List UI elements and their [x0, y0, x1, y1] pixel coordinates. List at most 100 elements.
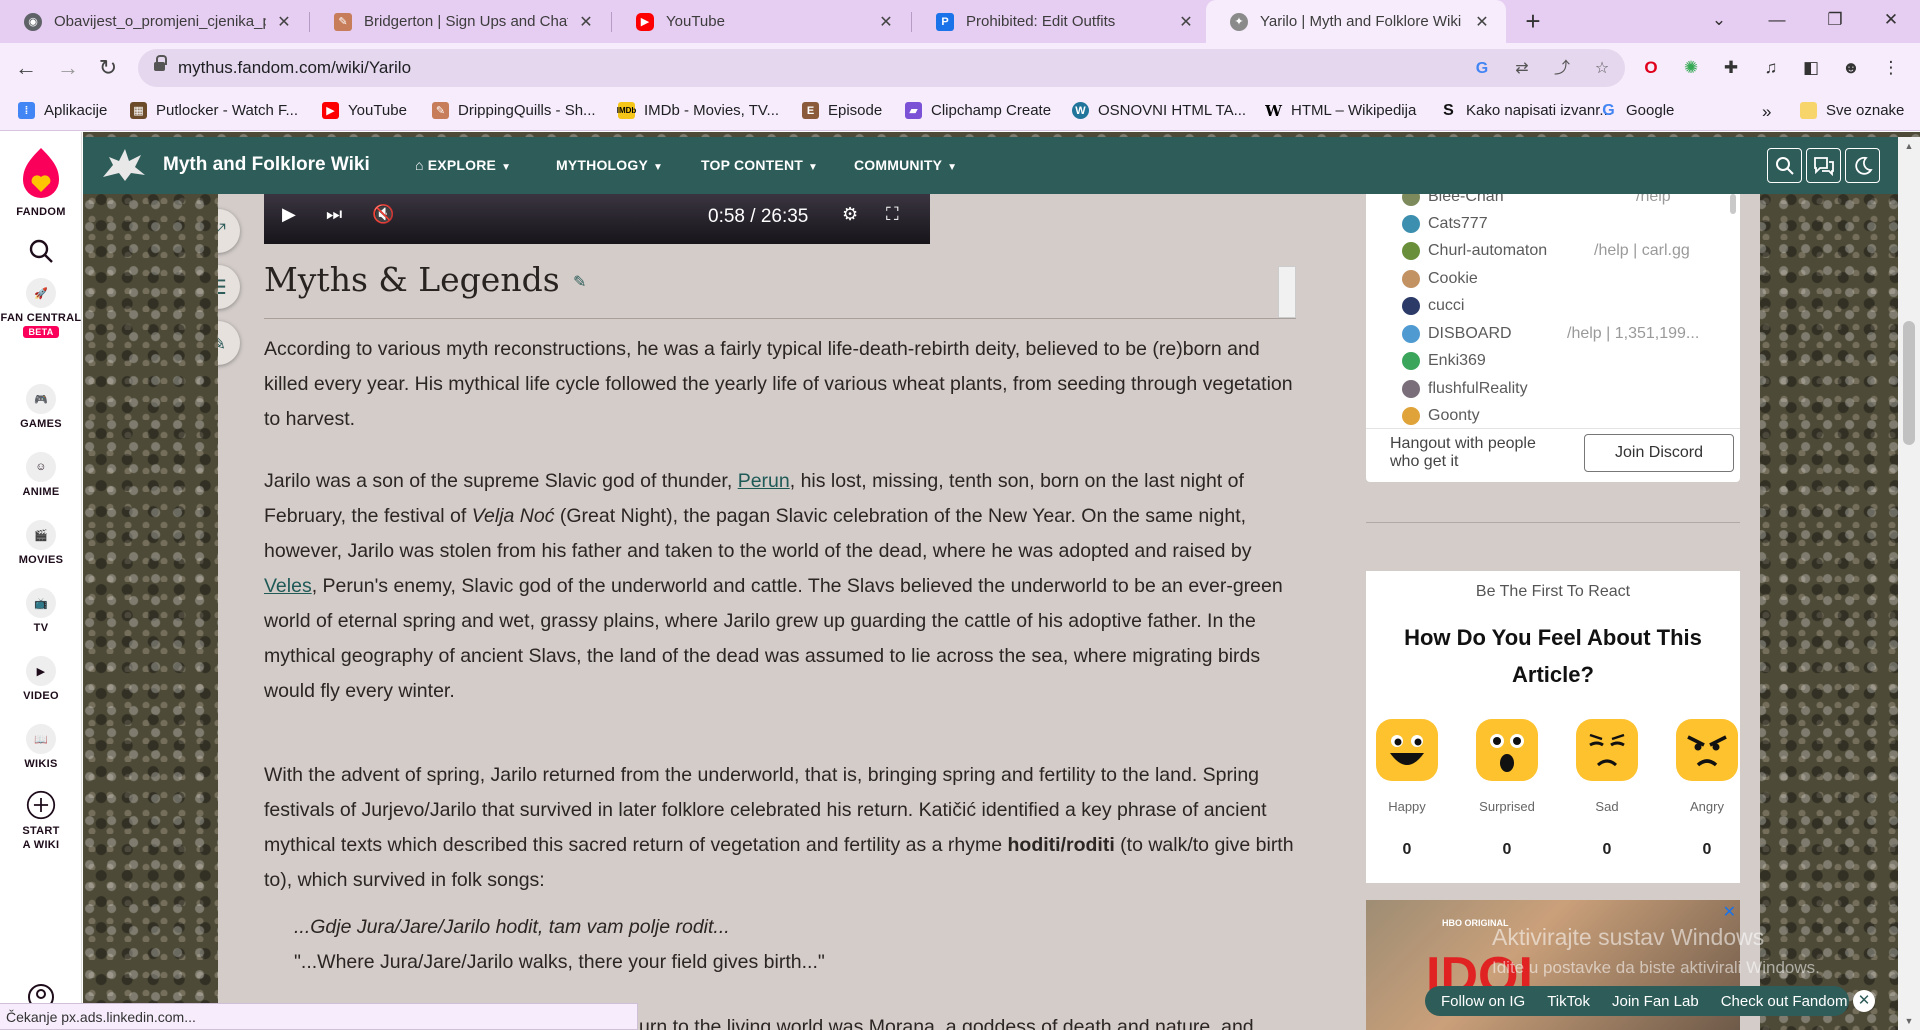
- youtube-icon: ▶: [636, 12, 654, 31]
- ad-close-icon[interactable]: ✕: [1723, 902, 1736, 922]
- bookmark-item[interactable]: ✎ DrippingQuills - Sh...: [432, 102, 596, 119]
- avatar: [1402, 352, 1420, 370]
- minimize-button[interactable]: —: [1748, 0, 1806, 40]
- reload-button[interactable]: ↻: [92, 52, 124, 84]
- expand-button[interactable]: ⤢: [218, 209, 240, 253]
- discord-member-list[interactable]: Blee-Chan/help Cats777 Churl-automaton/h…: [1366, 194, 1740, 428]
- window-close-button[interactable]: ✕: [1862, 0, 1920, 40]
- forward-button[interactable]: →: [52, 52, 84, 84]
- color-extension-icon[interactable]: ✺: [1678, 55, 1704, 81]
- browser-tab-active[interactable]: ✦ Yarilo | Myth and Folklore Wiki | ✕: [1206, 0, 1506, 43]
- nav-community[interactable]: COMMUNITY ▼: [854, 157, 957, 173]
- mini-scrollbar[interactable]: [1278, 266, 1296, 318]
- page-scrollbar[interactable]: ▲ ▼: [1898, 137, 1920, 1030]
- restore-button[interactable]: ❐: [1806, 0, 1864, 40]
- profile-avatar-icon[interactable]: ☻: [1838, 55, 1864, 81]
- browser-tab[interactable]: ◉ Obavijest_o_promjeni_cjenika_p ✕: [0, 0, 308, 43]
- close-icon[interactable]: ✕: [1472, 12, 1492, 32]
- bookmark-item[interactable]: ▰ Clipchamp Create: [905, 102, 1051, 119]
- rail-fan-central[interactable]: 🚀 FAN CENTRAL BETA: [0, 278, 82, 338]
- rail-movies[interactable]: 🎬 MOVIES: [0, 520, 82, 566]
- bookmark-item[interactable]: ▦ Putlocker - Watch F...: [130, 102, 298, 119]
- close-icon[interactable]: ✕: [876, 12, 896, 32]
- fullscreen-icon[interactable]: ⛶: [886, 204, 899, 225]
- wiki-search-button[interactable]: [1767, 148, 1802, 183]
- tab-label: Bridgerton | Sign Ups and Chat: [364, 13, 568, 30]
- follow-ig-link[interactable]: Follow on IG: [1441, 993, 1525, 1010]
- lock-icon[interactable]: [154, 55, 167, 73]
- bookmark-label: Episode: [828, 102, 883, 119]
- join-discord-button[interactable]: Join Discord: [1584, 434, 1734, 472]
- bookmarks-overflow-button[interactable]: »: [1762, 102, 1771, 122]
- link-veles[interactable]: Veles: [264, 575, 312, 597]
- opera-extension-icon[interactable]: O: [1638, 55, 1664, 81]
- rail-wikis[interactable]: 📖 WIKIS: [0, 724, 82, 770]
- bookmark-item[interactable]: ▶ YouTube: [322, 102, 407, 119]
- section-edit-icon[interactable]: ✎: [573, 272, 589, 291]
- discussions-button[interactable]: [1806, 148, 1841, 183]
- plus-circle-icon: [26, 790, 56, 820]
- bookmark-item[interactable]: W HTML – Wikipedija: [1265, 102, 1416, 120]
- browser-tab[interactable]: ✎ Bridgerton | Sign Ups and Chat ✕: [310, 0, 610, 43]
- discord-list-scrollbar[interactable]: [1730, 194, 1736, 214]
- rail-anime[interactable]: ☺ ANIME: [0, 452, 82, 498]
- address-bar[interactable]: mythus.fandom.com/wiki/Yarilo G ⇄ ⤴ ☆: [138, 49, 1625, 87]
- close-icon[interactable]: ✕: [1853, 990, 1875, 1012]
- tab-search-chevron-icon[interactable]: ⌄: [1690, 0, 1748, 40]
- back-button[interactable]: ←: [10, 52, 42, 84]
- fandom-home-link[interactable]: FANDOM: [0, 146, 82, 218]
- side-panel-icon[interactable]: ◧: [1798, 55, 1824, 81]
- browser-tab[interactable]: ▶ YouTube ✕: [612, 0, 910, 43]
- nav-mythology[interactable]: MYTHOLOGY ▼: [556, 157, 663, 173]
- bookmark-item[interactable]: W OSNOVNI HTML TA...: [1072, 102, 1246, 119]
- surprised-face-icon[interactable]: [1476, 719, 1538, 781]
- bookmark-item[interactable]: IMDb IMDb - Movies, TV...: [617, 102, 779, 119]
- new-tab-button[interactable]: +: [1518, 6, 1548, 36]
- skip-next-icon[interactable]: ⏭: [326, 204, 342, 225]
- p-icon: P: [936, 12, 954, 31]
- scroll-up-icon[interactable]: ▲: [1898, 141, 1920, 151]
- nav-top-content[interactable]: TOP CONTENT ▼: [701, 157, 818, 173]
- bookmark-item[interactable]: S Kako napisati izvanr...: [1440, 102, 1612, 120]
- happy-face-icon[interactable]: [1376, 719, 1438, 781]
- video-player[interactable]: ▶ ⏭ 🔇 0:58 / 26:35 ⚙ ⛶: [264, 194, 930, 244]
- nav-explore[interactable]: ⌂ EXPLORE ▼: [415, 157, 511, 173]
- bookmark-apps[interactable]: ⁞ Aplikacije: [18, 102, 107, 119]
- menu-kebab-icon[interactable]: ⋮: [1878, 55, 1904, 81]
- google-lens-icon[interactable]: G: [1470, 57, 1494, 81]
- bookmark-item[interactable]: G Google: [1600, 102, 1674, 120]
- table-of-contents-button[interactable]: ☰: [218, 265, 240, 309]
- rail-search[interactable]: [0, 236, 82, 270]
- link-perun[interactable]: Perun: [738, 470, 790, 492]
- clipchamp-icon: ▰: [905, 102, 922, 119]
- rail-video[interactable]: ▶ VIDEO: [0, 656, 82, 702]
- rail-tv[interactable]: 📺 TV: [0, 588, 82, 634]
- sad-face-icon[interactable]: [1576, 719, 1638, 781]
- media-control-icon[interactable]: ♫: [1758, 55, 1784, 81]
- angry-face-icon[interactable]: [1676, 719, 1738, 781]
- bookmark-star-icon[interactable]: ☆: [1590, 57, 1614, 81]
- wiki-name[interactable]: Myth and Folklore Wiki: [163, 154, 370, 176]
- close-icon[interactable]: ✕: [576, 12, 596, 32]
- gear-icon[interactable]: ⚙: [842, 204, 858, 225]
- extensions-puzzle-icon[interactable]: ✚: [1718, 55, 1744, 81]
- all-bookmarks-folder[interactable]: Sve oznake: [1800, 102, 1904, 119]
- scrollbar-thumb[interactable]: [1903, 321, 1915, 445]
- play-icon[interactable]: ▶: [282, 204, 296, 225]
- bookmark-item[interactable]: E Episode: [802, 102, 882, 119]
- close-icon[interactable]: ✕: [1176, 12, 1196, 32]
- rail-games[interactable]: 🎮 GAMES: [0, 384, 82, 430]
- muted-volume-icon[interactable]: 🔇: [372, 204, 394, 225]
- share-icon[interactable]: ⤴: [1550, 57, 1574, 81]
- scroll-down-icon[interactable]: ▼: [1898, 1016, 1920, 1026]
- check-out-fandom-link[interactable]: Check out Fandom: [1721, 993, 1848, 1010]
- tiktok-link[interactable]: TikTok: [1547, 993, 1590, 1010]
- theme-toggle-button[interactable]: [1845, 148, 1880, 183]
- translate-icon[interactable]: ⇄: [1510, 57, 1534, 81]
- edit-button[interactable]: ✎: [218, 321, 240, 365]
- close-icon[interactable]: ✕: [274, 12, 294, 32]
- wiki-logo-icon[interactable]: [101, 147, 147, 183]
- fan-lab-link[interactable]: Join Fan Lab: [1612, 993, 1699, 1010]
- browser-tab[interactable]: P Prohibited: Edit Outfits ✕: [912, 0, 1210, 43]
- rail-start-a-wiki[interactable]: START A WIKI: [0, 790, 82, 852]
